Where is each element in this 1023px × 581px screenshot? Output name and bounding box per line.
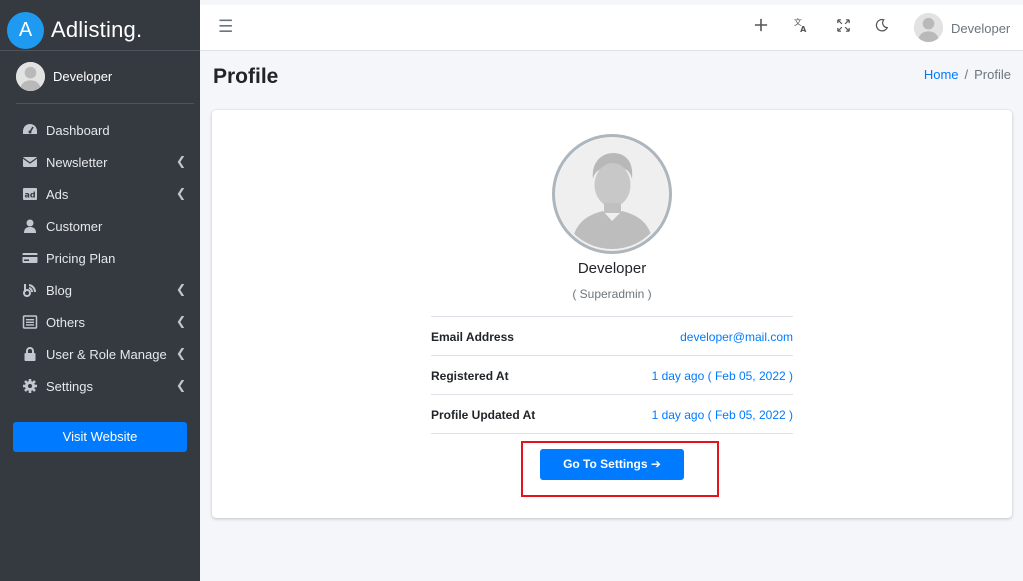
breadcrumb-current: Profile	[974, 67, 1011, 82]
blog-icon	[23, 284, 37, 297]
ad-icon: ad	[23, 188, 37, 200]
sidebar-item-blog[interactable]: Blog ❮	[0, 274, 200, 306]
profile-role: ( Superadmin )	[572, 287, 652, 301]
visit-website-button[interactable]: Visit Website	[13, 422, 187, 452]
sidebar-item-label: Dashboard	[46, 123, 110, 138]
arrow-right-icon: ➔	[650, 457, 661, 471]
sidebar-item-customer[interactable]: Customer	[0, 210, 200, 242]
sidebar-item-dashboard[interactable]: Dashboard	[0, 114, 200, 146]
sidebar-item-label: Blog	[46, 283, 73, 298]
sidebar-item-newsletter[interactable]: Newsletter ❮	[0, 146, 200, 178]
updated-at-value: 1 day ago ( Feb 05, 2022 )	[651, 408, 793, 422]
list-item: Email Address developer@mail.com	[431, 317, 793, 356]
profile-avatar	[552, 134, 672, 254]
sidebar-item-others[interactable]: Others ❮	[0, 306, 200, 338]
brand-name: Adlisting.	[51, 17, 143, 42]
user-avatar-icon	[557, 139, 667, 249]
hamburger-icon[interactable]: ☰	[218, 17, 233, 37]
sidebar-item-user-role-manage[interactable]: User & Role Manage ❮	[0, 338, 200, 370]
sidebar-item-settings[interactable]: Settings ❮	[0, 370, 200, 402]
navbar-user-name: Developer	[951, 21, 1011, 36]
user-avatar-icon	[16, 62, 45, 91]
email-value[interactable]: developer@mail.com	[680, 330, 793, 344]
sidebar-item-label: Newsletter	[46, 155, 108, 170]
translate-icon[interactable]: 文 A	[791, 17, 811, 38]
sidebar-item-label: Ads	[46, 187, 69, 202]
sidebar-item-label: Customer	[46, 219, 103, 234]
profile-name: Developer	[577, 260, 647, 277]
chevron-left-icon: ❮	[175, 154, 186, 168]
sidebar-item-ads[interactable]: ad Ads ❮	[0, 178, 200, 210]
brand-link[interactable]: A Adlisting.	[0, 5, 200, 51]
chevron-left-icon: ❮	[175, 378, 186, 392]
list-icon	[22, 315, 38, 329]
list-item: Profile Updated At 1 day ago ( Feb 05, 2…	[431, 395, 793, 434]
breadcrumb-home-link[interactable]: Home	[924, 67, 959, 82]
chevron-left-icon: ❮	[175, 346, 186, 360]
page-title: Profile	[213, 65, 279, 88]
user-avatar-icon	[914, 13, 943, 42]
registered-at-value: 1 day ago ( Feb 05, 2022 )	[651, 369, 793, 383]
profile-card: Developer ( Superadmin ) Email Address d…	[212, 110, 1012, 518]
sidebar-item-label: Settings	[46, 379, 93, 394]
sidebar: A Adlisting. Developer Dashboard Newslet…	[0, 0, 200, 581]
go-to-settings-label: Go To Settings	[563, 457, 648, 471]
chevron-left-icon: ❮	[175, 314, 186, 328]
updated-at-label: Profile Updated At	[431, 408, 536, 422]
svg-text:A: A	[800, 25, 807, 33]
email-label: Email Address	[431, 330, 514, 344]
sidebar-nav: Dashboard Newsletter ❮ ad Ads ❮ Customer	[0, 114, 200, 402]
list-item: Registered At 1 day ago ( Feb 05, 2022 )	[431, 356, 793, 395]
lock-icon	[24, 347, 36, 361]
moon-icon[interactable]	[872, 17, 892, 37]
envelope-icon	[22, 157, 38, 167]
breadcrumb: Home / Profile	[924, 67, 1011, 82]
chevron-left-icon: ❮	[175, 282, 186, 296]
avatar	[914, 13, 943, 42]
user-icon	[24, 219, 36, 233]
gear-icon	[23, 379, 37, 393]
sidebar-item-label: Pricing Plan	[46, 251, 116, 266]
chevron-left-icon: ❮	[175, 186, 186, 200]
sidebar-user-name: Developer	[53, 69, 113, 84]
profile-info-list: Email Address developer@mail.com Registe…	[431, 316, 793, 434]
brand-logo: A	[7, 12, 44, 49]
sidebar-item-label: User & Role Manage	[46, 347, 167, 362]
sidebar-item-pricing-plan[interactable]: Pricing Plan	[0, 242, 200, 274]
credit-card-icon	[22, 253, 38, 263]
go-to-settings-button[interactable]: Go To Settings ➔	[540, 449, 684, 480]
avatar	[16, 62, 45, 91]
sidebar-item-label: Others	[46, 315, 86, 330]
dashboard-icon	[23, 124, 37, 134]
breadcrumb-separator: /	[964, 67, 969, 82]
plus-icon[interactable]	[751, 17, 771, 37]
registered-at-label: Registered At	[431, 369, 509, 383]
fullscreen-icon[interactable]	[833, 17, 853, 37]
sidebar-user-panel[interactable]: Developer	[16, 60, 194, 104]
top-navbar: ☰ 文 A Developer	[200, 5, 1023, 51]
svg-text:ad: ad	[24, 191, 35, 200]
